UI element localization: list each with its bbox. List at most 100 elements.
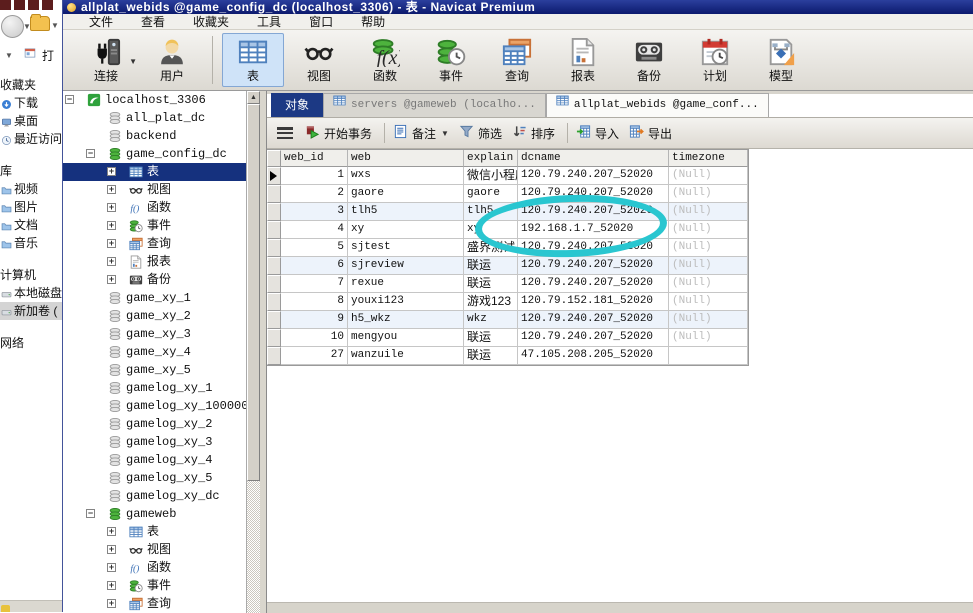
scrollbar-thumb[interactable] xyxy=(247,104,260,481)
cell-web_id[interactable]: 6 xyxy=(281,257,348,275)
tree-item-backend[interactable]: backend xyxy=(63,127,246,145)
cell-web_id[interactable]: 1 xyxy=(281,167,348,185)
expand-icon[interactable]: + xyxy=(107,275,116,284)
row-header-cell[interactable] xyxy=(267,311,281,329)
toolbar-button-表[interactable]: 表 xyxy=(222,33,284,87)
cell-timezone[interactable]: (Null) xyxy=(669,185,748,203)
cell-dcname[interactable]: 120.79.240.207_52020 xyxy=(518,311,669,329)
tree-item-gamelog_xy_1000005[interactable]: gamelog_xy_1000005 xyxy=(63,397,246,415)
tree-item-表[interactable]: +表 xyxy=(63,523,246,541)
explorer-item-视频[interactable]: 视频 xyxy=(0,180,62,198)
cell-web_id[interactable]: 4 xyxy=(281,221,348,239)
cell-dcname[interactable]: 120.79.240.207_52020 xyxy=(518,257,669,275)
note-button[interactable]: 备注▼ xyxy=(393,124,449,142)
tree-item-gamelog_xy_2[interactable]: gamelog_xy_2 xyxy=(63,415,246,433)
cell-web_id[interactable]: 2 xyxy=(281,185,348,203)
column-header-explain[interactable]: explain xyxy=(464,150,518,167)
expand-icon[interactable]: + xyxy=(107,527,116,536)
toolbar-button-查询[interactable]: 查询 xyxy=(486,33,548,87)
cell-dcname[interactable]: 120.79.152.181_52020 xyxy=(518,293,669,311)
tab-对象[interactable]: 对象 xyxy=(271,93,323,117)
column-header-dcname[interactable]: dcname xyxy=(518,150,669,167)
tree-item-gamelog_xy_3[interactable]: gamelog_xy_3 xyxy=(63,433,246,451)
cell-dcname[interactable]: 120.79.240.207_52020 xyxy=(518,185,669,203)
menu-工具[interactable]: 工具 xyxy=(243,14,295,30)
cell-dcname[interactable]: 47.105.208.205_52020 xyxy=(518,347,669,365)
menu-收藏夹[interactable]: 收藏夹 xyxy=(179,14,243,30)
tree-item-game_xy_5[interactable]: game_xy_5 xyxy=(63,361,246,379)
expand-icon[interactable]: + xyxy=(107,257,116,266)
sort-button[interactable]: 排序 xyxy=(512,124,555,142)
chevron-down-icon[interactable]: ▼ xyxy=(5,51,13,60)
scrollbar-track[interactable] xyxy=(247,481,260,613)
cell-explain[interactable]: tlh5 xyxy=(464,203,518,221)
expand-icon[interactable]: + xyxy=(107,581,116,590)
import-button[interactable]: 导入 xyxy=(576,124,619,142)
expand-icon[interactable]: + xyxy=(107,167,116,176)
cell-web[interactable]: mengyou xyxy=(348,329,464,347)
cell-explain[interactable]: 联运 xyxy=(464,347,518,365)
cell-web[interactable]: xy xyxy=(348,221,464,239)
tree-item-查询[interactable]: +查询 xyxy=(63,595,246,613)
toolbar-button-计划[interactable]: 计划 xyxy=(684,33,746,87)
cell-explain[interactable]: 盛界测试 xyxy=(464,239,518,257)
cell-timezone[interactable]: (Null) xyxy=(669,221,748,239)
chevron-down-icon[interactable]: ▼ xyxy=(441,129,449,138)
row-header-cell[interactable] xyxy=(267,329,281,347)
tree-item-localhost_3306[interactable]: −localhost_3306 xyxy=(63,91,246,109)
cell-web[interactable]: rexue xyxy=(348,275,464,293)
cell-timezone[interactable]: (Null) xyxy=(669,329,748,347)
toolbar-button-用户[interactable]: 用户 xyxy=(141,33,203,87)
toolbar-button-函数[interactable]: f(x)函数 xyxy=(354,33,416,87)
expand-icon[interactable]: + xyxy=(107,203,116,212)
menu-窗口[interactable]: 窗口 xyxy=(295,14,347,30)
cell-web[interactable]: h5_wkz xyxy=(348,311,464,329)
toolbar-button-视图[interactable]: 视图 xyxy=(288,33,350,87)
cell-explain[interactable]: 游戏123 xyxy=(464,293,518,311)
collapse-icon[interactable]: − xyxy=(86,149,95,158)
cell-web_id[interactable]: 9 xyxy=(281,311,348,329)
cell-timezone[interactable]: (Null) xyxy=(669,311,748,329)
explorer-item-下载[interactable]: 下载 xyxy=(0,94,62,112)
cell-dcname[interactable]: 192.168.1.7_52020 xyxy=(518,221,669,239)
cell-explain[interactable]: gaore xyxy=(464,185,518,203)
cell-explain[interactable]: 微信小程序 xyxy=(464,167,518,185)
tree-item-事件[interactable]: +事件 xyxy=(63,577,246,595)
tree-item-game_config_dc[interactable]: −game_config_dc xyxy=(63,145,246,163)
cell-dcname[interactable]: 120.79.240.207_52020 xyxy=(518,275,669,293)
cell-web[interactable]: wxs xyxy=(348,167,464,185)
tree-item-game_xy_2[interactable]: game_xy_2 xyxy=(63,307,246,325)
cell-dcname[interactable]: 120.79.240.207_52020 xyxy=(518,239,669,257)
tree-item-game_xy_1[interactable]: game_xy_1 xyxy=(63,289,246,307)
cell-explain[interactable]: xy xyxy=(464,221,518,239)
cell-web_id[interactable]: 10 xyxy=(281,329,348,347)
cell-web[interactable]: sjreview xyxy=(348,257,464,275)
cell-web[interactable]: gaore xyxy=(348,185,464,203)
cell-timezone[interactable]: (Null) xyxy=(669,275,748,293)
menu-查看[interactable]: 查看 xyxy=(127,14,179,30)
explorer-item-本地磁盘[interactable]: 本地磁盘 xyxy=(0,284,62,302)
toolbar-button-连接[interactable]: 连接▼ xyxy=(75,33,137,87)
tab-allplat-webids-game-conf-[interactable]: allplat_webids @game_conf... xyxy=(546,93,769,117)
cell-web_id[interactable]: 27 xyxy=(281,347,348,365)
row-header-cell[interactable] xyxy=(267,239,281,257)
expand-icon[interactable]: + xyxy=(107,599,116,608)
cell-web_id[interactable]: 8 xyxy=(281,293,348,311)
toolbar-button-报表[interactable]: 报表 xyxy=(552,33,614,87)
explorer-item-音乐[interactable]: 音乐 xyxy=(0,234,62,252)
tree-item-报表[interactable]: +报表 xyxy=(63,253,246,271)
chevron-down-icon[interactable]: ▼ xyxy=(51,21,59,30)
menu-文件[interactable]: 文件 xyxy=(75,14,127,30)
column-header-web[interactable]: web xyxy=(348,150,464,167)
grid-menu-button[interactable] xyxy=(277,127,293,139)
row-header-cell[interactable] xyxy=(267,275,281,293)
collapse-icon[interactable]: − xyxy=(86,509,95,518)
cell-web_id[interactable]: 5 xyxy=(281,239,348,257)
cell-explain[interactable]: 联运 xyxy=(464,257,518,275)
expand-icon[interactable]: + xyxy=(107,185,116,194)
scroll-up-arrow-icon[interactable]: ▲ xyxy=(247,91,260,104)
row-header-cell[interactable] xyxy=(267,167,281,185)
row-header-cell[interactable] xyxy=(267,257,281,275)
tree-item-gamelog_xy_4[interactable]: gamelog_xy_4 xyxy=(63,451,246,469)
menu-帮助[interactable]: 帮助 xyxy=(347,14,399,30)
